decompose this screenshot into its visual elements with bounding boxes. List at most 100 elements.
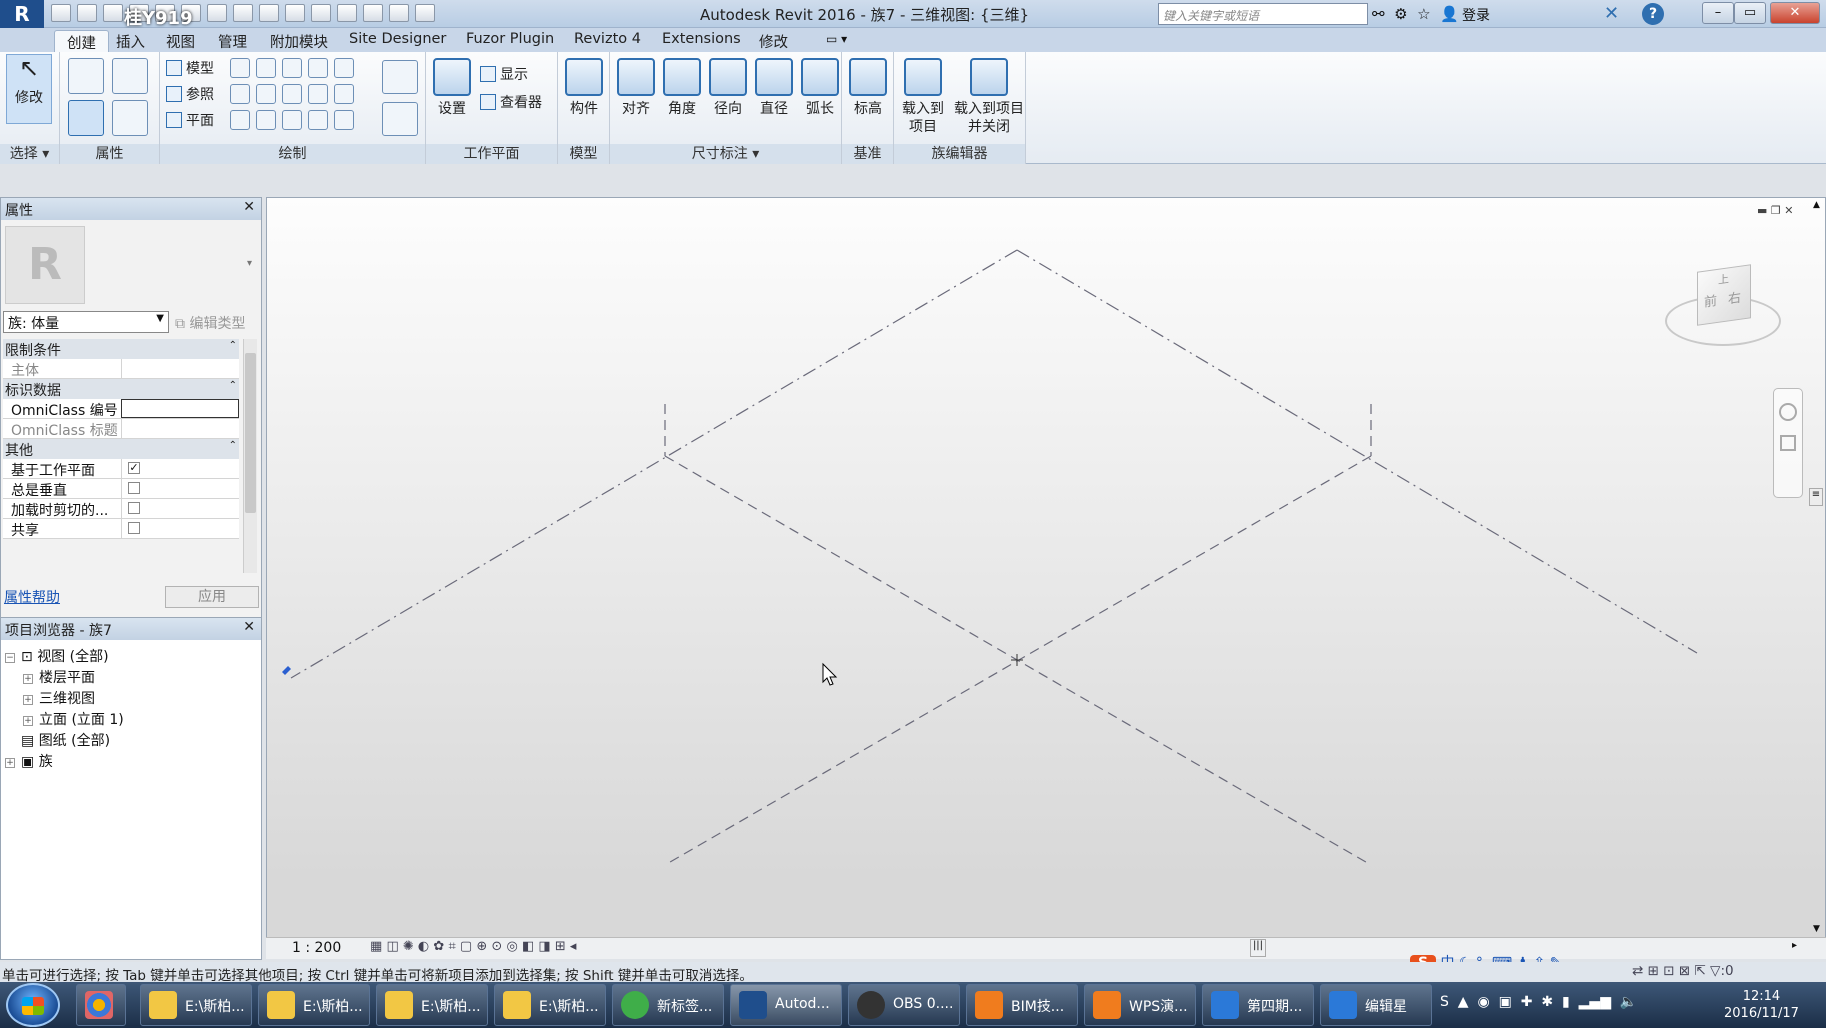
favorites-star-icon[interactable]: ☆ [1417, 5, 1430, 23]
angular-dimension-button[interactable]: 角度 [660, 58, 704, 118]
save-icon[interactable] [77, 4, 97, 22]
panel-select-label[interactable]: 选择 ▾ [0, 144, 59, 164]
close-icon[interactable]: ✕ [243, 619, 255, 635]
minimize-button[interactable]: – [1702, 2, 1734, 24]
login-button[interactable]: 登录 [1462, 5, 1490, 25]
arc-start-end-icon[interactable] [230, 84, 250, 104]
reference-button[interactable]: 参照 [166, 84, 214, 104]
properties-toggle-icon[interactable] [68, 100, 104, 136]
ribbon-minimize-icon[interactable]: ▭ ▾ [826, 32, 847, 46]
user-icon[interactable]: 👤 [1440, 5, 1459, 23]
taskbar-button-browser[interactable]: 新标签... [612, 984, 724, 1026]
expand-icon[interactable]: + [23, 716, 33, 726]
scroll-down-icon[interactable]: ▼ [1813, 924, 1820, 934]
subscription-icon[interactable]: ⚙ [1394, 5, 1407, 23]
show-hidden-icons-icon[interactable]: ▲ [1458, 994, 1469, 1010]
help-icon[interactable]: ? [1642, 3, 1664, 25]
revit-app-menu-button[interactable]: R [0, 0, 44, 28]
sun-path-icon[interactable]: ✺ [403, 939, 414, 954]
pick-faces-icon[interactable] [308, 110, 328, 130]
apply-button[interactable]: 应用 [165, 586, 259, 608]
reveal-hidden-icon[interactable]: ◎ [506, 939, 517, 954]
set-workplane-button[interactable]: 设置 [430, 58, 474, 118]
analysis-display-icon[interactable]: ◧ [522, 939, 534, 954]
tree-item-families[interactable]: + ▣ 族 [5, 751, 53, 771]
view-scale[interactable]: 1 : 200 [292, 940, 341, 956]
group-identity[interactable]: 标识数据 ⌃ [3, 379, 239, 399]
render-icon[interactable]: ✿ [433, 939, 444, 954]
switch-windows-icon[interactable] [389, 4, 409, 22]
tree-item-floor-plans[interactable]: + 楼层平面 [23, 667, 95, 687]
point-element-icon[interactable] [334, 110, 354, 130]
type-selector-dropdown-icon[interactable]: ▾ [247, 258, 252, 269]
system-clock[interactable]: 12:14 2016/11/17 [1724, 988, 1799, 1022]
steering-wheel-icon[interactable] [1779, 403, 1797, 421]
tree-item-views[interactable]: − ⊡ 视图 (全部) [5, 646, 109, 666]
viewcube-right-face[interactable]: 右 [1728, 287, 1741, 308]
vertical-scroll-thumb[interactable]: ≡ [1809, 488, 1823, 506]
taskbar-button-explorer-2[interactable]: E:\斯柏... [258, 984, 370, 1026]
select-links-icon[interactable]: ⇄ [1632, 963, 1643, 979]
detail-level-icon[interactable]: ▦ [370, 939, 382, 954]
tree-item-sheets[interactable]: ▤ 图纸 (全部) [21, 730, 110, 750]
family-selector[interactable]: 族: 体量 ▼ [3, 311, 169, 333]
edit-type-button[interactable]: ⧉ 编辑类型 [175, 313, 245, 333]
taskbar-button-revit[interactable]: Autod... [730, 984, 842, 1026]
tree-item-3d-views[interactable]: + 三维视图 [23, 688, 95, 708]
text-icon[interactable] [259, 4, 279, 22]
search-input[interactable]: 键入关键字或短语 [1158, 3, 1368, 25]
scrollbar-thumb[interactable] [245, 353, 256, 513]
arc-center-icon[interactable] [256, 84, 276, 104]
network-icon[interactable]: ▂▄▆ [1579, 994, 1611, 1010]
select-by-face-icon[interactable]: ⊠ [1679, 963, 1690, 979]
3d-view-icon[interactable] [285, 4, 305, 22]
show-crop-icon[interactable]: ▢ [460, 939, 472, 954]
tab-manage[interactable]: 管理 [206, 30, 259, 52]
crop-view-icon[interactable]: ⌗ [448, 939, 455, 954]
component-button[interactable]: 构件 [562, 58, 606, 118]
tray-app-icon[interactable]: ✚ [1521, 994, 1533, 1010]
visual-style-icon[interactable]: ◫ [386, 939, 398, 954]
ellipse-icon[interactable] [230, 110, 250, 130]
family-category-icon[interactable] [68, 58, 104, 94]
drawing-canvas[interactable]: ▬ ❐ ✕ 前 右 上 ≡ ▲ ▼ [266, 197, 1826, 940]
omniclass-number-field[interactable] [121, 399, 239, 418]
viewcube[interactable]: 前 右 上 [1659, 250, 1787, 360]
close-button[interactable]: ✕ [1770, 2, 1820, 24]
usb-icon[interactable]: ▮ [1562, 994, 1570, 1010]
expand-icon[interactable]: + [23, 674, 33, 684]
modify-button[interactable]: ↖ 修改 [6, 54, 52, 124]
reference-plane-line[interactable] [1016, 249, 1698, 654]
horizontal-scroll-thumb[interactable]: ||| [1250, 939, 1266, 957]
level-button[interactable]: 标高 [846, 58, 890, 118]
taskbar-button-explorer-4[interactable]: E:\斯柏... [494, 984, 606, 1026]
tab-fuzor-plugin[interactable]: Fuzor Plugin [454, 30, 566, 52]
dimension-icon[interactable] [207, 4, 227, 22]
section-icon[interactable] [311, 4, 331, 22]
taskbar-button-obs[interactable]: OBS 0.... [848, 984, 960, 1026]
tab-site-designer[interactable]: Site Designer [337, 30, 458, 52]
sync-icon[interactable] [103, 4, 123, 22]
temporary-hide-icon[interactable]: ⊙ [491, 939, 502, 954]
tab-addins[interactable]: 附加模块 [258, 30, 340, 52]
load-into-project-button[interactable]: 载入到项目 [896, 58, 950, 136]
tree-item-elevations[interactable]: + 立面 (立面 1) [23, 709, 124, 729]
tab-create[interactable]: 创建 [54, 30, 109, 52]
circumscribed-polygon-icon[interactable] [308, 58, 328, 78]
tag-icon[interactable] [233, 4, 253, 22]
binoculars-icon[interactable]: ⚯ [1372, 5, 1385, 23]
create-form-icon[interactable] [382, 60, 418, 94]
close-icon[interactable]: ✕ [243, 199, 255, 215]
taskbar-button-wps-writer[interactable]: 第四期... [1202, 984, 1314, 1026]
partial-ellipse-icon[interactable] [256, 110, 276, 130]
scroll-right-icon[interactable]: ▸ [1792, 940, 1797, 951]
viewcube-top-face[interactable]: 上 [1718, 270, 1729, 288]
polygon-tool-icon[interactable] [282, 58, 302, 78]
properties-scrollbar[interactable] [243, 339, 257, 573]
thin-lines-icon[interactable] [337, 4, 357, 22]
chrome-tray-icon[interactable]: ◉ [1477, 994, 1489, 1010]
collapse-icon[interactable]: − [5, 653, 15, 663]
load-and-close-button[interactable]: 载入到项目并关闭 [952, 58, 1026, 136]
bluetooth-icon[interactable]: ✱ [1541, 994, 1553, 1010]
taskbar-button-bim[interactable]: BIM技... [966, 984, 1078, 1026]
